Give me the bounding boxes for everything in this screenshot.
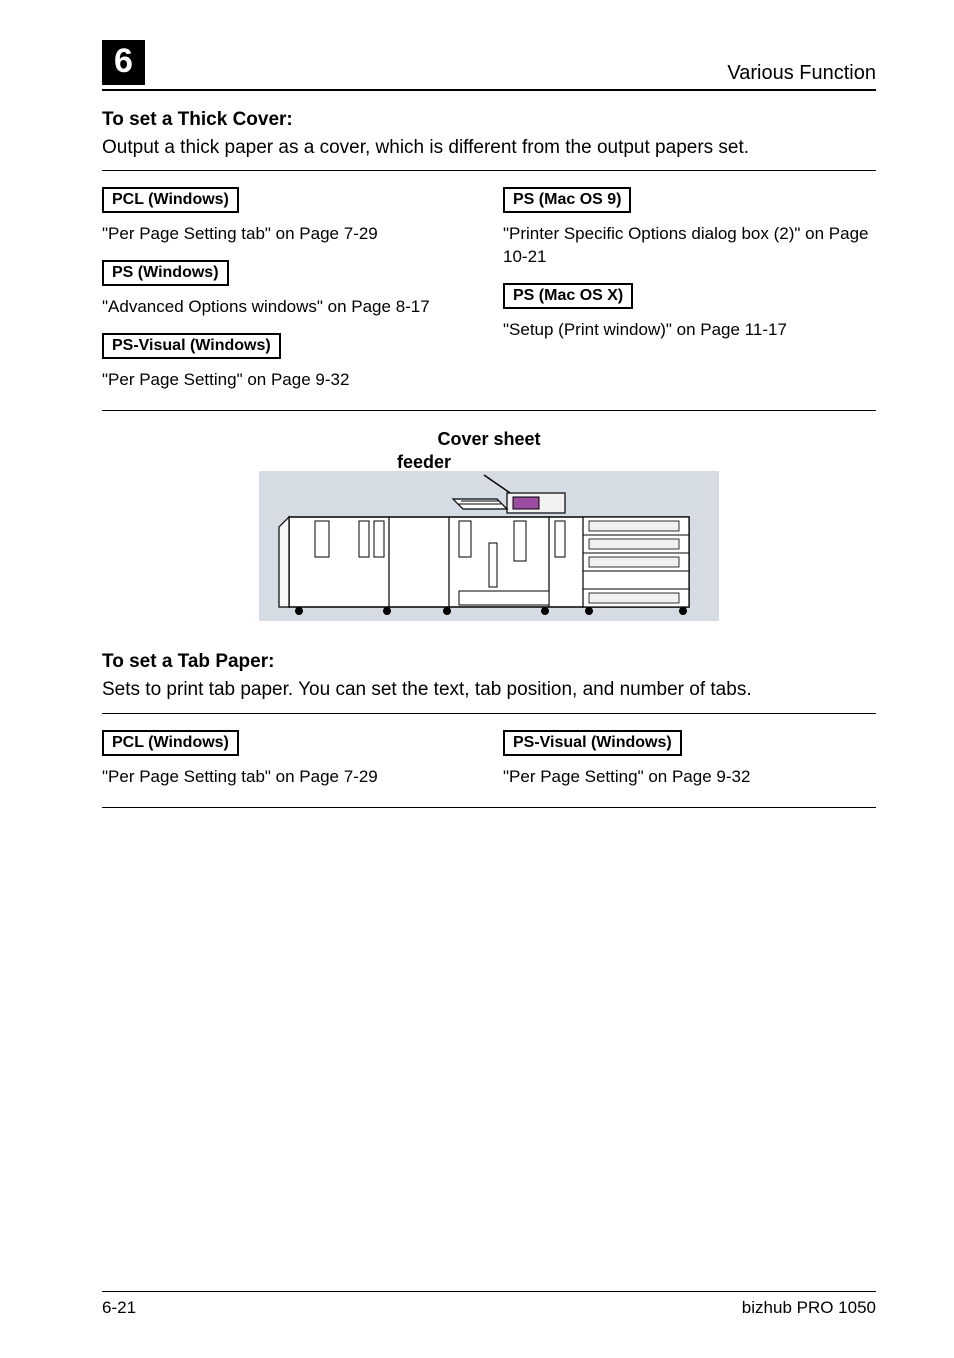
ref-pcl-windows: "Per Page Setting tab" on Page 7-29 bbox=[102, 223, 475, 246]
label-ps-mac9: PS (Mac OS 9) bbox=[503, 187, 631, 213]
divider bbox=[102, 713, 876, 714]
figure-label-line1: Cover sheet bbox=[249, 429, 729, 450]
section-title: To set a Thick Cover: bbox=[102, 109, 876, 131]
label-ps-windows: PS (Windows) bbox=[102, 260, 229, 286]
chapter-number: 6 bbox=[102, 40, 145, 85]
section-tab-paper: To set a Tab Paper: Sets to print tab pa… bbox=[102, 651, 876, 808]
cover-sheet-figure: Cover sheet feeder bbox=[249, 429, 729, 621]
label-ps-macx: PS (Mac OS X) bbox=[503, 283, 633, 309]
header-title: Various Function bbox=[727, 62, 876, 85]
divider bbox=[102, 807, 876, 808]
ref-ps-mac9: "Printer Specific Options dialog box (2)… bbox=[503, 223, 876, 269]
ref-ps-macx: "Setup (Print window)" on Page 11-17 bbox=[503, 319, 876, 342]
left-column: PCL (Windows) "Per Page Setting tab" on … bbox=[102, 724, 475, 797]
ref-ps-visual-windows: "Per Page Setting" on Page 9-32 bbox=[102, 369, 475, 392]
label-ps-visual-windows: PS-Visual (Windows) bbox=[503, 730, 682, 756]
ref-pcl-windows: "Per Page Setting tab" on Page 7-29 bbox=[102, 766, 475, 789]
section-title: To set a Tab Paper: bbox=[102, 651, 876, 673]
label-ps-visual-windows: PS-Visual (Windows) bbox=[102, 333, 281, 359]
right-column: PS (Mac OS 9) "Printer Specific Options … bbox=[503, 181, 876, 400]
printer-diagram-icon bbox=[259, 471, 719, 621]
ref-ps-windows: "Advanced Options windows" on Page 8-17 bbox=[102, 296, 475, 319]
section-body: Sets to print tab paper. You can set the… bbox=[102, 677, 876, 703]
section-body: Output a thick paper as a cover, which i… bbox=[102, 135, 876, 161]
section-thick-cover: To set a Thick Cover: Output a thick pap… bbox=[102, 109, 876, 411]
page-number: 6-21 bbox=[102, 1298, 136, 1318]
page-header: 6 Various Function bbox=[102, 40, 876, 91]
product-name: bizhub PRO 1050 bbox=[742, 1298, 876, 1318]
figure-label-line2: feeder bbox=[249, 452, 729, 473]
left-column: PCL (Windows) "Per Page Setting tab" on … bbox=[102, 181, 475, 400]
ref-ps-visual-windows: "Per Page Setting" on Page 9-32 bbox=[503, 766, 876, 789]
right-column: PS-Visual (Windows) "Per Page Setting" o… bbox=[503, 724, 876, 797]
label-pcl-windows: PCL (Windows) bbox=[102, 187, 239, 213]
divider bbox=[102, 170, 876, 171]
divider bbox=[102, 410, 876, 411]
reference-columns: PCL (Windows) "Per Page Setting tab" on … bbox=[102, 181, 876, 400]
page-footer: 6-21 bizhub PRO 1050 bbox=[102, 1291, 876, 1318]
label-pcl-windows: PCL (Windows) bbox=[102, 730, 239, 756]
reference-columns: PCL (Windows) "Per Page Setting tab" on … bbox=[102, 724, 876, 797]
